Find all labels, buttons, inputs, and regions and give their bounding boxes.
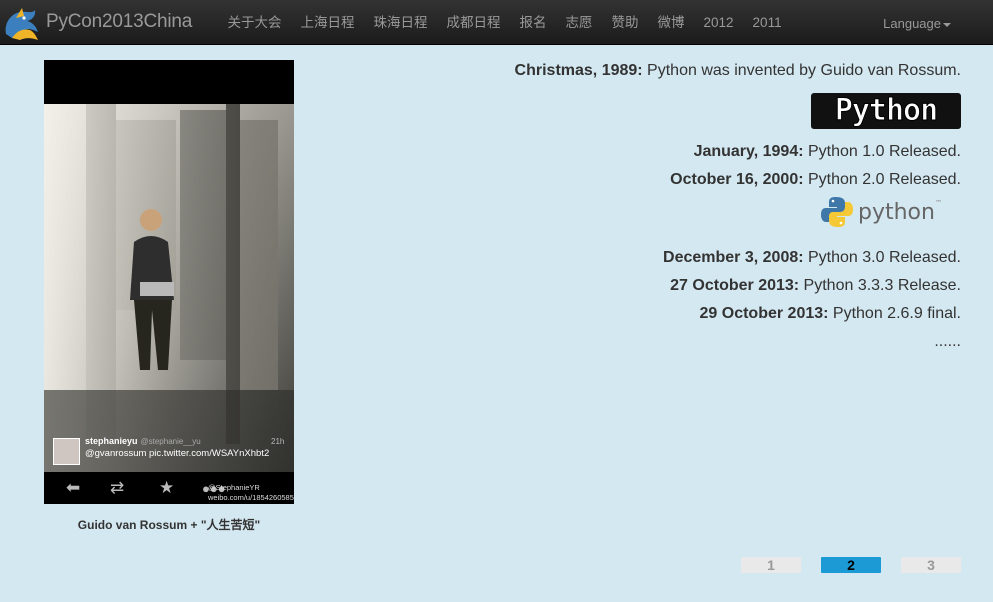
timeline-entry: December 3, 2008: Python 3.0 Released.: [663, 249, 961, 266]
timeline-entry: 29 October 2013: Python 2.6.9 final.: [699, 305, 961, 322]
svg-text:python: python: [858, 200, 935, 225]
nav-item-volunteer[interactable]: 志愿: [556, 0, 602, 45]
caret-down-icon: [943, 22, 951, 27]
python-timeline: Christmas, 1989: Python was invented by …: [461, 61, 961, 351]
retweet-icon[interactable]: ⇄: [110, 478, 124, 498]
timeline-entry: January, 1994: Python 1.0 Released.: [693, 143, 961, 160]
nav-item-register[interactable]: 报名: [510, 0, 556, 45]
tweet-user[interactable]: stephanieyu @stephanie__yu: [85, 436, 201, 446]
nav-item-sponsor[interactable]: 赞助: [602, 0, 648, 45]
photo-caption: Guido van Rossum + "人生苦短": [77, 518, 261, 532]
tweet-action-bar: ⬅ ⇄ ★ ●●● @StephanieYR weibo.com/u/18542…: [44, 472, 294, 504]
nav-item-zhuhai[interactable]: 珠海日程: [364, 0, 437, 45]
python-snake-logo-icon: python ™: [821, 197, 942, 227]
timeline-entry: 27 October 2013: Python 3.3.3 Release.: [670, 277, 961, 294]
svg-text:™: ™: [935, 199, 942, 207]
guido-photo: stephanieyu @stephanie__yu 21h @gvanrossu…: [44, 60, 294, 504]
timeline-entry: Christmas, 1989: Python was invented by …: [514, 62, 961, 79]
timeline-ellipsis: ......: [934, 333, 961, 350]
language-dropdown[interactable]: Language: [883, 0, 951, 47]
tweet-time: 21h: [271, 437, 285, 446]
nav-item-chengdu[interactable]: 成都日程: [437, 0, 510, 45]
page-3-button[interactable]: 3: [901, 557, 961, 573]
nav-item-shanghai[interactable]: 上海日程: [291, 0, 364, 45]
svg-text:Python: Python: [835, 93, 937, 128]
nav-item-2012[interactable]: 2012: [694, 0, 743, 45]
main-nav: 关于大会 上海日程 珠海日程 成都日程 报名 志愿 赞助 微博 2012 201…: [218, 0, 791, 45]
dragon-logo-icon[interactable]: [2, 4, 42, 42]
top-navbar: PyCon2013China 关于大会 上海日程 珠海日程 成都日程 报名 志愿…: [0, 0, 993, 45]
tweet-handle: @stephanie__yu: [140, 437, 201, 446]
language-label: Language: [883, 16, 941, 31]
nav-item-about[interactable]: 关于大会: [218, 0, 291, 45]
page-2-button[interactable]: 2: [821, 557, 881, 573]
timeline-entry: October 16, 2000: Python 2.0 Released.: [670, 171, 961, 188]
reply-icon[interactable]: ⬅: [66, 478, 80, 498]
page-1-button[interactable]: 1: [741, 557, 801, 573]
watermark-url: weibo.com/u/1854260585: [208, 493, 294, 502]
nav-item-weibo[interactable]: 微博: [648, 0, 694, 45]
python-text-logo-icon: Python: [811, 93, 961, 129]
tweet-avatar[interactable]: [53, 438, 80, 465]
favorite-icon[interactable]: ★: [159, 478, 174, 498]
brand-link[interactable]: PyCon2013China: [46, 11, 192, 33]
nav-item-2011[interactable]: 2011: [743, 0, 791, 45]
watermark-handle: @StephanieYR: [208, 483, 260, 492]
tweet-text: @gvanrossum pic.twitter.com/WSAYnXhbt2: [85, 448, 270, 459]
